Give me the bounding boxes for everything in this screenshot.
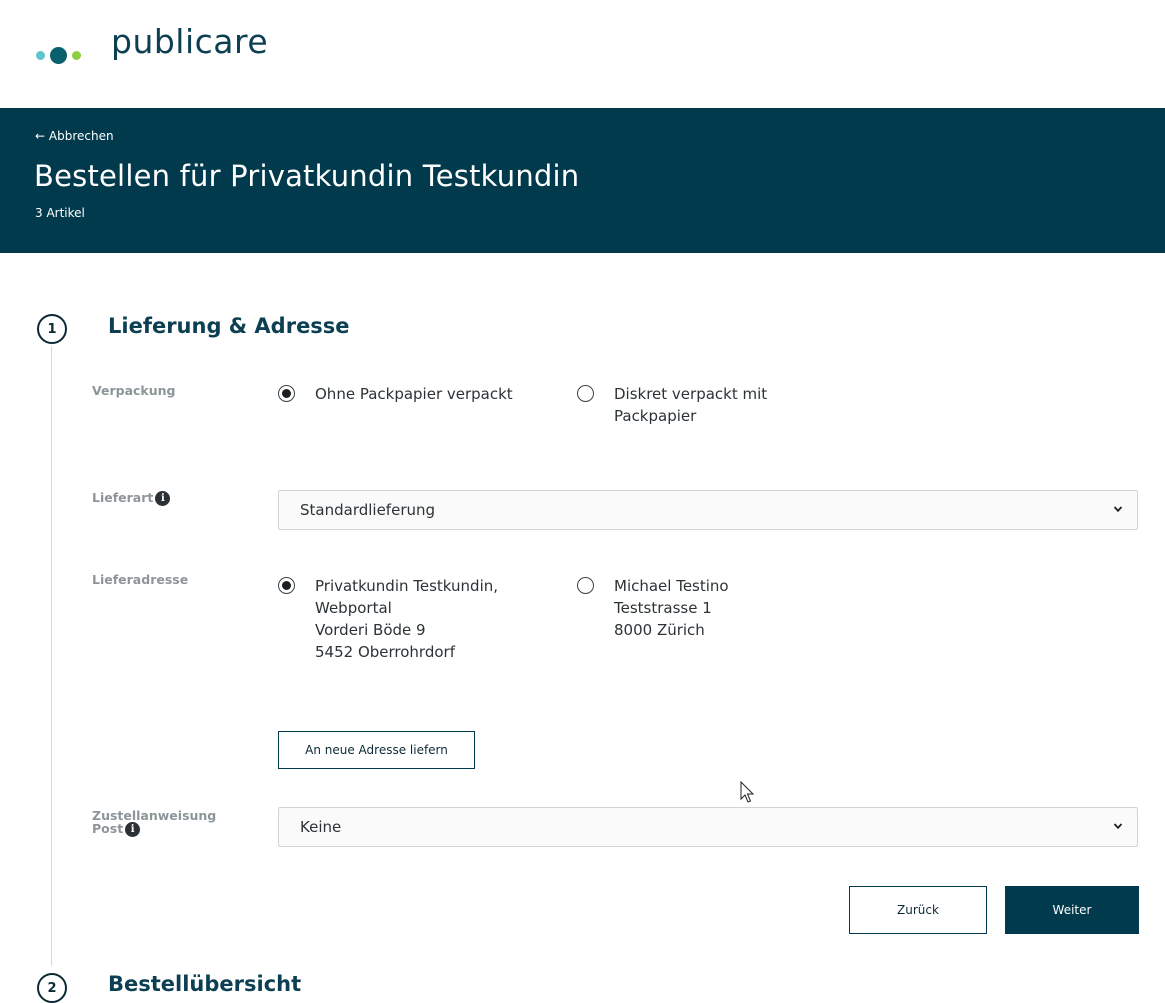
page-header: ← Abbrechen Bestellen für Privatkundin T… (0, 108, 1165, 253)
info-icon[interactable]: i (125, 822, 141, 837)
logo-dots-icon (36, 33, 104, 64)
next-button[interactable]: Weiter (1005, 886, 1139, 934)
mouse-pointer-icon (740, 781, 755, 803)
delivery-type-label: Lieferart i (92, 491, 171, 506)
radio-unselected-icon (577, 385, 594, 402)
step-title-delivery[interactable]: Lieferung & Adresse (108, 314, 350, 338)
radio-selected-icon (278, 385, 295, 402)
cancel-link[interactable]: ← Abbrechen (35, 129, 114, 143)
delivery-type-value: Standardlieferung (300, 501, 436, 519)
packaging-option-plain[interactable]: Ohne Packpapier verpackt (278, 383, 513, 405)
chevron-down-icon (1113, 823, 1123, 830)
address-option-customer[interactable]: Privatkundin Testkundin, Webportal Vorde… (278, 575, 498, 663)
radio-label: Diskret verpackt mit Packpapier (614, 385, 768, 425)
radio-selected-icon (278, 577, 295, 594)
delivery-instruction-value: Keine (300, 818, 342, 836)
item-count: 3 Artikel (35, 206, 85, 220)
new-address-button[interactable]: An neue Adresse liefern (278, 731, 475, 769)
packaging-label: Verpackung (92, 383, 176, 398)
packaging-option-discreet[interactable]: Diskret verpackt mit Packpapier (577, 383, 767, 427)
publicare-logo[interactable]: publicare (36, 22, 268, 70)
address-text: Privatkundin Testkundin, Webportal Vorde… (315, 577, 499, 661)
address-option-alternate[interactable]: Michael Testino Teststrasse 1 8000 Züric… (577, 575, 729, 641)
radio-unselected-icon (577, 577, 594, 594)
back-button[interactable]: Zurück (849, 886, 987, 934)
logo-wordmark: publicare (111, 22, 269, 61)
delivery-instruction-label: Zustellanweisung Post i (92, 808, 217, 837)
step-number-1: 1 (37, 314, 67, 344)
stepper-line (51, 346, 52, 966)
step-title-order-summary[interactable]: Bestellübersicht (108, 972, 301, 996)
delivery-instruction-select[interactable]: Keine (278, 807, 1138, 847)
info-icon[interactable]: i (155, 491, 171, 506)
step-number-2: 2 (37, 973, 67, 1003)
address-text: Michael Testino Teststrasse 1 8000 Züric… (614, 577, 729, 639)
delivery-address-label: Lieferadresse (92, 572, 189, 587)
delivery-type-select[interactable]: Standardlieferung (278, 490, 1138, 530)
chevron-down-icon (1113, 506, 1123, 513)
radio-label: Ohne Packpapier verpackt (315, 385, 513, 403)
page-title: Bestellen für Privatkundin Testkundin (34, 159, 580, 193)
